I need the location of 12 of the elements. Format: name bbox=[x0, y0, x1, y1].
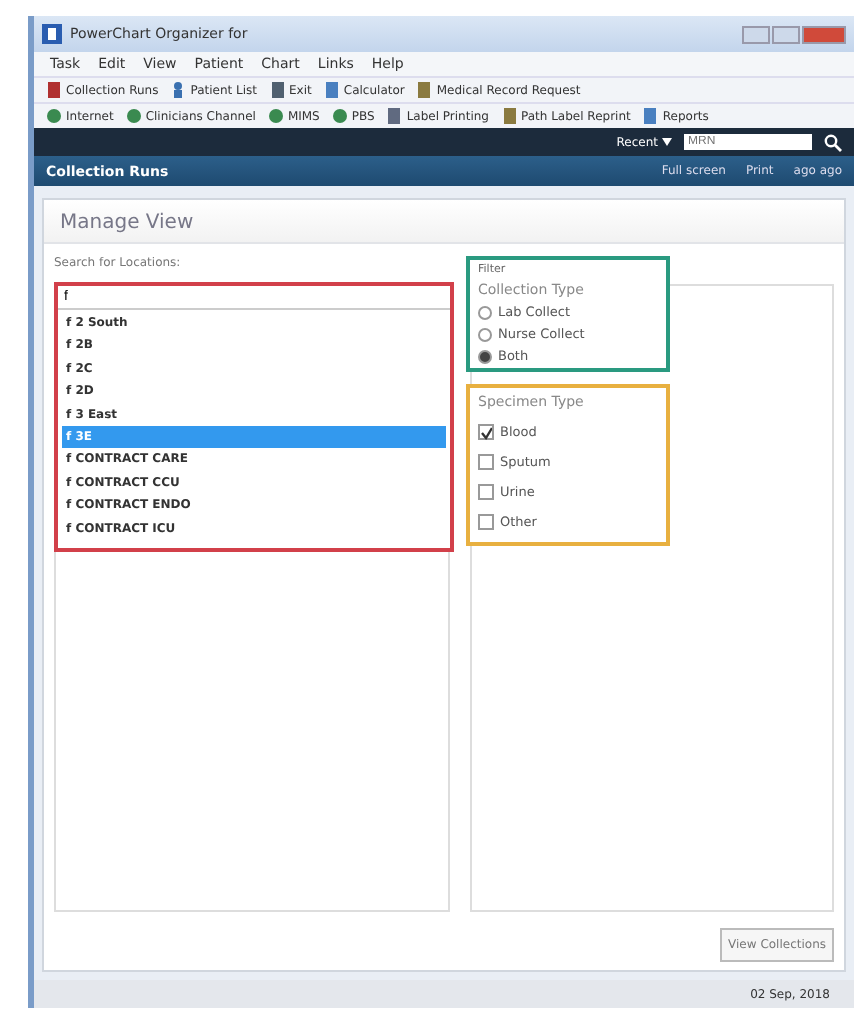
globe-icon bbox=[125, 108, 142, 124]
caret-icon bbox=[662, 138, 672, 146]
checkmark-icon bbox=[480, 425, 492, 439]
search-icon[interactable] bbox=[824, 133, 842, 151]
globe-icon bbox=[267, 108, 284, 124]
minimize-button[interactable] bbox=[742, 25, 770, 43]
maximize-button[interactable] bbox=[772, 25, 800, 43]
globe-icon bbox=[331, 108, 348, 124]
globe-icon bbox=[46, 108, 62, 124]
close-button[interactable] bbox=[802, 25, 846, 43]
app-icon bbox=[42, 24, 62, 44]
person-icon bbox=[170, 82, 187, 98]
